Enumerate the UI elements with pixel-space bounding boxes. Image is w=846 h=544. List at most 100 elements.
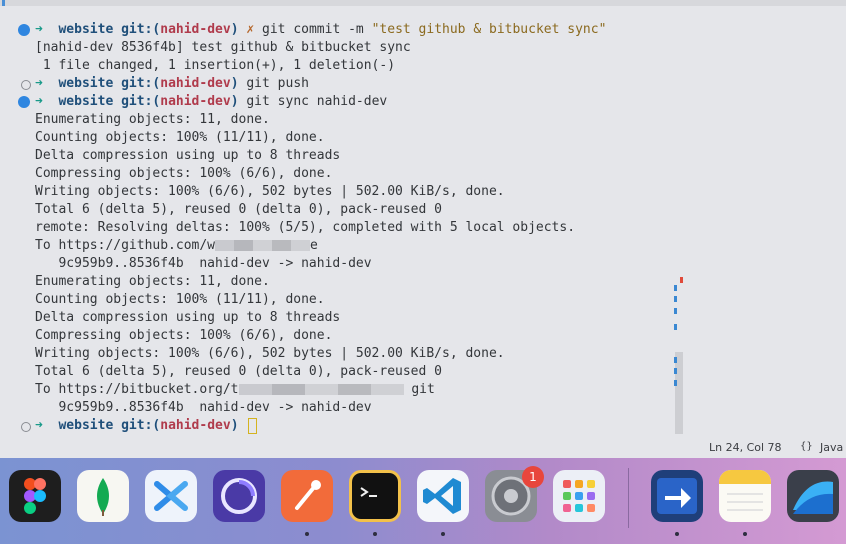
- output-line: Counting objects: 100% (11/11), done.: [0, 291, 700, 309]
- output-text: 9c959b9..8536f4b nahid-dev -> nahid-dev: [35, 256, 372, 271]
- prompt-arrow-icon: ➜: [35, 76, 43, 91]
- prompt-git-label: git:(: [121, 94, 161, 109]
- mongodb-compass-icon[interactable]: [77, 470, 129, 522]
- output-line: 9c959b9..8536f4b nahid-dev -> nahid-dev: [0, 399, 700, 417]
- prompt-arrow-icon: ➜: [35, 418, 43, 433]
- redacted-region: [215, 240, 311, 251]
- output-text: Compressing objects: 100% (6/6), done.: [35, 166, 333, 181]
- prompt-line: ➜ website git:(nahid-dev) git push: [0, 75, 700, 93]
- scroll-marker-red: [680, 277, 683, 283]
- running-indicator: [675, 532, 679, 536]
- output-text: Delta compression using up to 8 threads: [35, 148, 341, 163]
- dirty-mark: ✗: [246, 22, 255, 37]
- output-text: Writing objects: 100% (6/6), 502 bytes |…: [35, 346, 505, 361]
- postman-icon[interactable]: [281, 470, 333, 522]
- command-text: git commit -m: [262, 22, 372, 37]
- output-line: Writing objects: 100% (6/6), 502 bytes |…: [0, 183, 700, 201]
- output-line: Total 6 (delta 5), reused 0 (delta 0), p…: [0, 363, 700, 381]
- running-indicator: [305, 532, 309, 536]
- prompt-arrow-icon: ➜: [35, 22, 43, 37]
- dock-divider: [628, 468, 629, 528]
- output-text-tail: e: [310, 238, 318, 253]
- terminal-output[interactable]: ➜ website git:(nahid-dev) ✗ git commit -…: [0, 21, 700, 435]
- output-text: Total 6 (delta 5), reused 0 (delta 0), p…: [35, 364, 442, 379]
- scroll-marker: [674, 296, 677, 302]
- output-text: To https://github.com/w: [35, 238, 216, 253]
- notes-icon[interactable]: [719, 470, 771, 522]
- running-indicator: [373, 532, 377, 536]
- output-line: To https://github.com/w e: [0, 237, 700, 255]
- prompt-marker-icon[interactable]: [18, 96, 30, 108]
- output-text: To https://bitbucket.org/t: [35, 382, 239, 397]
- terminal-icon[interactable]: [349, 470, 401, 522]
- terminal-window[interactable]: ➜ website git:(nahid-dev) ✗ git commit -…: [0, 0, 846, 458]
- command-text: git push: [246, 76, 309, 91]
- scroll-marker: [674, 368, 677, 374]
- prompt-directory: website: [58, 22, 114, 37]
- prompt-marker-icon[interactable]: [18, 24, 30, 36]
- redacted-region: [238, 384, 404, 395]
- running-indicator: [441, 532, 445, 536]
- output-line: Compressing objects: 100% (6/6), done.: [0, 327, 700, 345]
- prompt-git-close: ): [230, 22, 239, 37]
- output-line: Total 6 (delta 5), reused 0 (delta 0), p…: [0, 201, 700, 219]
- output-line: To https://bitbucket.org/t git: [0, 381, 700, 399]
- app-3-icon[interactable]: [145, 470, 197, 522]
- running-indicator: [743, 532, 747, 536]
- cursor-position[interactable]: Ln 24, Col 78: [709, 441, 782, 454]
- vscode-icon[interactable]: [417, 470, 469, 522]
- output-text: Writing objects: 100% (6/6), 502 bytes |…: [35, 184, 505, 199]
- notification-badge: 1: [522, 466, 544, 488]
- prompt-line: ➜ website git:(nahid-dev) git sync nahid…: [0, 93, 700, 111]
- output-text: 1 file changed, 1 insertion(+), 1 deleti…: [35, 58, 396, 73]
- language-mode[interactable]: Java: [820, 441, 843, 454]
- prompt-directory: website: [58, 94, 114, 109]
- prompt-line: ➜ website git:(nahid-dev): [0, 417, 700, 435]
- app-4-icon[interactable]: [213, 470, 265, 522]
- output-text: Counting objects: 100% (11/11), done.: [35, 292, 325, 307]
- output-line: 1 file changed, 1 insertion(+), 1 deleti…: [0, 57, 700, 75]
- prompt-directory: website: [58, 76, 114, 91]
- prompt-line: ➜ website git:(nahid-dev) ✗ git commit -…: [0, 21, 700, 39]
- output-text: Enumerating objects: 11, done.: [35, 112, 270, 127]
- command-text: git sync nahid-dev: [246, 94, 388, 109]
- prompt-arrow-icon: ➜: [35, 94, 43, 109]
- output-line: Compressing objects: 100% (6/6), done.: [0, 165, 700, 183]
- prompt-directory: website: [58, 418, 114, 433]
- dock: [0, 458, 846, 544]
- app-12-icon[interactable]: [787, 470, 839, 522]
- app-10-icon[interactable]: [651, 470, 703, 522]
- braces-icon: {}: [800, 441, 813, 452]
- output-line: Delta compression using up to 8 threads: [0, 147, 700, 165]
- status-bar: Ln 24, Col 78 {} Java: [0, 436, 846, 458]
- output-line: 9c959b9..8536f4b nahid-dev -> nahid-dev: [0, 255, 700, 273]
- prompt-git-close: ): [230, 76, 239, 91]
- output-line: [nahid-dev 8536f4b] test github & bitbuc…: [0, 39, 700, 57]
- scrollbar-thumb[interactable]: [675, 352, 683, 434]
- prompt-branch: nahid-dev: [160, 418, 231, 433]
- prompt-git-label: git:(: [121, 22, 161, 37]
- top-strip: [0, 0, 846, 6]
- scroll-marker: [674, 285, 677, 291]
- launchpad-icon[interactable]: [553, 470, 605, 522]
- prompt-marker-icon[interactable]: [21, 422, 31, 432]
- prompt-git-label: git:(: [121, 418, 161, 433]
- scroll-marker: [674, 357, 677, 363]
- prompt-marker-icon[interactable]: [21, 80, 31, 90]
- output-text-tail: git: [403, 382, 435, 397]
- prompt-git-label: git:(: [121, 76, 161, 91]
- prompt-branch: nahid-dev: [160, 22, 231, 37]
- figma-icon[interactable]: [9, 470, 61, 522]
- output-text: remote: Resolving deltas: 100% (5/5), co…: [35, 220, 576, 235]
- output-line: Counting objects: 100% (11/11), done.: [0, 129, 700, 147]
- prompt-branch: nahid-dev: [160, 94, 231, 109]
- output-text: [nahid-dev 8536f4b] test github & bitbuc…: [35, 40, 411, 55]
- output-text: Compressing objects: 100% (6/6), done.: [35, 328, 333, 343]
- prompt-git-close: ): [230, 94, 239, 109]
- output-text: Delta compression using up to 8 threads: [35, 310, 341, 325]
- text-cursor: [248, 417, 258, 434]
- output-text: Counting objects: 100% (11/11), done.: [35, 130, 325, 145]
- output-line: Enumerating objects: 11, done.: [0, 273, 700, 291]
- scroll-marker: [674, 380, 677, 386]
- output-line: Writing objects: 100% (6/6), 502 bytes |…: [0, 345, 700, 363]
